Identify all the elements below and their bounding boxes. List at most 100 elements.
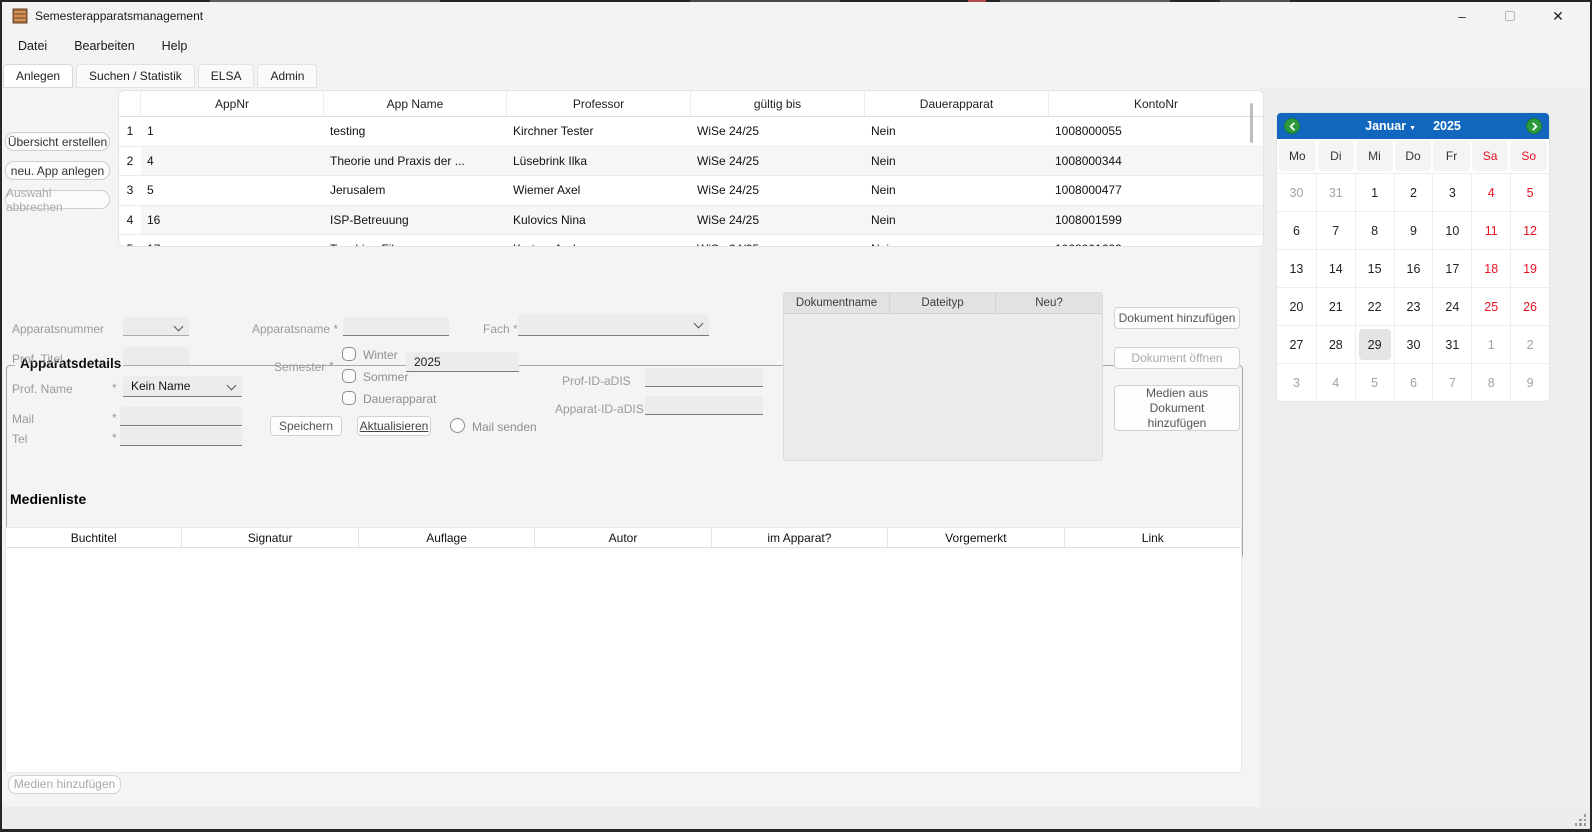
calendar-day[interactable]: 3 xyxy=(1277,363,1316,401)
calendar-day[interactable]: 2 xyxy=(1510,325,1549,363)
column-header-dauerapparat[interactable]: Dauerapparat xyxy=(865,91,1049,116)
dokument-hinzuf-gen-button[interactable]: Dokument hinzufügen xyxy=(1114,307,1240,329)
calendar-day[interactable]: 22 xyxy=(1355,287,1394,325)
calendar-day[interactable]: 25 xyxy=(1471,287,1510,325)
column-header-professor[interactable]: Professor xyxy=(507,91,691,116)
table-row[interactable]: 35JerusalemWiemer AxelWiSe 24/25Nein1008… xyxy=(119,176,1263,206)
calendar-day[interactable]: 24 xyxy=(1432,287,1471,325)
prof-name-select[interactable]: Kein Name xyxy=(123,376,242,397)
calendar-day[interactable]: 14 xyxy=(1316,249,1355,287)
calendar-day[interactable]: 15 xyxy=(1355,249,1394,287)
media-column-auflage[interactable]: Auflage xyxy=(359,528,535,547)
calendar-day[interactable]: 3 xyxy=(1432,173,1471,211)
medien-aus-dokument-hinzuf-gen-button[interactable]: Medien aus Dokument hinzufügen xyxy=(1114,385,1240,431)
table-row[interactable]: 416ISP-BetreuungKulovics NinaWiSe 24/25N… xyxy=(119,206,1263,236)
calendar-day[interactable]: 31 xyxy=(1432,325,1471,363)
auswahl-abbrechen-button[interactable]: Auswahl abbrechen xyxy=(5,190,110,209)
bersicht-erstellen-button[interactable]: Übersicht erstellen xyxy=(5,132,110,151)
calendar-next-button[interactable] xyxy=(1526,118,1542,134)
sommer-radio[interactable] xyxy=(342,369,356,383)
calendar-day-today[interactable]: 29 xyxy=(1355,325,1394,363)
apparatsnummer-select[interactable] xyxy=(123,317,189,336)
menu-item-bearbeiten[interactable]: Bearbeiten xyxy=(74,39,134,53)
calendar-day[interactable]: 20 xyxy=(1277,287,1316,325)
calendar-day[interactable]: 5 xyxy=(1510,173,1549,211)
tab-elsa[interactable]: ELSA xyxy=(198,64,255,88)
column-header-g-ltig-bis[interactable]: gültig bis xyxy=(691,91,865,116)
doc-column-dateityp[interactable]: Dateityp xyxy=(890,293,996,313)
media-column-autor[interactable]: Autor xyxy=(535,528,711,547)
calendar-day[interactable]: 23 xyxy=(1394,287,1433,325)
calendar-day[interactable]: 17 xyxy=(1432,249,1471,287)
calendar-day[interactable]: 5 xyxy=(1355,363,1394,401)
apparatsname-field[interactable] xyxy=(343,317,449,336)
calendar-day[interactable]: 6 xyxy=(1277,211,1316,249)
dokument-ffnen-button[interactable]: Dokument öffnen xyxy=(1114,347,1240,369)
calendar-day[interactable]: 4 xyxy=(1471,173,1510,211)
calendar-day[interactable]: 18 xyxy=(1471,249,1510,287)
aktualisieren-button[interactable]: Aktualisieren xyxy=(357,416,431,436)
mail-field[interactable] xyxy=(120,407,242,426)
winter-radio[interactable] xyxy=(342,347,356,361)
calendar-day[interactable]: 11 xyxy=(1471,211,1510,249)
calendar-day[interactable]: 28 xyxy=(1316,325,1355,363)
fach-select[interactable] xyxy=(518,314,709,336)
column-header-appnr[interactable]: AppNr xyxy=(141,91,324,116)
calendar-day[interactable]: 26 xyxy=(1510,287,1549,325)
media-column-link[interactable]: Link xyxy=(1065,528,1241,547)
minimize-button[interactable]: – xyxy=(1440,2,1484,30)
doc-column-neu[interactable]: Neu? xyxy=(996,293,1102,313)
tab-admin[interactable]: Admin xyxy=(257,64,317,88)
calendar-day[interactable]: 1 xyxy=(1471,325,1510,363)
column-header-kontonr[interactable]: KontoNr xyxy=(1049,91,1263,116)
dauerapparat-radio[interactable] xyxy=(342,391,356,405)
calendar-day[interactable]: 19 xyxy=(1510,249,1549,287)
maximize-button[interactable] xyxy=(1488,2,1532,30)
tel-field[interactable] xyxy=(120,427,242,446)
calendar-day[interactable]: 9 xyxy=(1394,211,1433,249)
table-scrollbar[interactable] xyxy=(1250,103,1253,143)
prof-id-field[interactable] xyxy=(645,368,763,387)
calendar-day[interactable]: 7 xyxy=(1432,363,1471,401)
year-field[interactable]: 2025 xyxy=(406,352,519,372)
table-row[interactable]: 517Teaching FilmsKratzer AndreaWiSe 24/2… xyxy=(119,235,1263,247)
calendar-day[interactable]: 31 xyxy=(1316,173,1355,211)
calendar-day[interactable]: 16 xyxy=(1394,249,1433,287)
menu-item-datei[interactable]: Datei xyxy=(18,39,47,53)
mail-senden-checkbox[interactable] xyxy=(450,418,465,433)
calendar-day[interactable]: 21 xyxy=(1316,287,1355,325)
calendar-day[interactable]: 30 xyxy=(1394,325,1433,363)
close-button[interactable]: ✕ xyxy=(1536,2,1580,30)
calendar-day[interactable]: 30 xyxy=(1277,173,1316,211)
media-column-signatur[interactable]: Signatur xyxy=(182,528,358,547)
table-row[interactable]: 11testingKirchner TesterWiSe 24/25Nein10… xyxy=(119,117,1263,147)
calendar-day[interactable]: 10 xyxy=(1432,211,1471,249)
calendar-day[interactable]: 1 xyxy=(1355,173,1394,211)
calendar-day[interactable]: 13 xyxy=(1277,249,1316,287)
table-row[interactable]: 24Theorie und Praxis der ...Lüsebrink Il… xyxy=(119,147,1263,177)
calendar-day[interactable]: 8 xyxy=(1355,211,1394,249)
neu-app-anlegen-button[interactable]: neu. App anlegen xyxy=(5,161,110,180)
calendar-day[interactable]: 8 xyxy=(1471,363,1510,401)
column-header-app-name[interactable]: App Name xyxy=(324,91,507,116)
calendar-day[interactable]: 2 xyxy=(1394,173,1433,211)
doc-column-dokumentname[interactable]: Dokumentname xyxy=(784,293,890,313)
speichern-button[interactable]: Speichern xyxy=(270,416,342,436)
calendar-prev-button[interactable] xyxy=(1284,118,1300,134)
media-column-im-apparat[interactable]: im Apparat? xyxy=(712,528,888,547)
calendar-day[interactable]: 9 xyxy=(1510,363,1549,401)
media-column-vorgemerkt[interactable]: Vorgemerkt xyxy=(888,528,1064,547)
calendar-day[interactable]: 12 xyxy=(1510,211,1549,249)
media-column-buchtitel[interactable]: Buchtitel xyxy=(6,528,182,547)
menu-item-help[interactable]: Help xyxy=(162,39,188,53)
calendar-day[interactable]: 6 xyxy=(1394,363,1433,401)
medien-hinzufuegen-button[interactable]: Medien hinzufügen xyxy=(8,775,121,794)
calendar-day[interactable]: 7 xyxy=(1316,211,1355,249)
resize-grip[interactable] xyxy=(1574,814,1586,826)
tab-suchen-statistik[interactable]: Suchen / Statistik xyxy=(76,64,195,88)
calendar-day[interactable]: 27 xyxy=(1277,325,1316,363)
tab-anlegen[interactable]: Anlegen xyxy=(3,64,73,88)
calendar-day[interactable]: 4 xyxy=(1316,363,1355,401)
calendar-title[interactable]: Januar▼2025 xyxy=(1365,119,1461,133)
prof-titel-field[interactable] xyxy=(123,347,189,366)
